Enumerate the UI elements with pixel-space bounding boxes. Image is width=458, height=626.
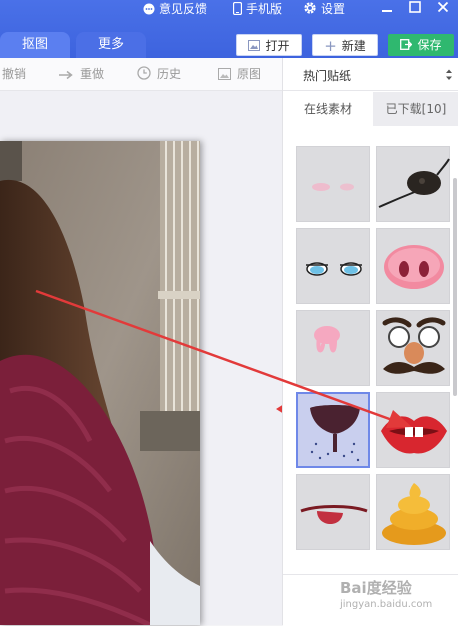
undo-label: 撤销 [2, 67, 27, 81]
sticker-tongue[interactable] [296, 474, 370, 550]
wine-glass-sticker-icon [310, 405, 360, 462]
sticker-teary-eyes[interactable] [296, 228, 370, 304]
history-button[interactable]: 历史 [137, 58, 181, 90]
minimize-button[interactable] [378, 1, 396, 17]
title-bar: 意见反馈 手机版 设置 抠图 更多 打开 + 新建 保存 [0, 0, 458, 58]
close-button[interactable] [434, 1, 452, 17]
minimize-icon [382, 10, 392, 12]
original-button[interactable]: 原图 [218, 58, 261, 90]
sticker-blush[interactable] [296, 146, 370, 222]
edit-toolbar: 撤销 重做 历史 原图 [0, 58, 282, 91]
new-label: 新建 [341, 39, 366, 53]
gear-icon [304, 2, 316, 14]
sticker-pig-nose[interactable] [376, 228, 450, 304]
blush-sticker-icon [312, 183, 354, 191]
open-button[interactable]: 打开 [236, 34, 302, 56]
maximize-icon [409, 1, 421, 13]
save-label: 保存 [417, 38, 442, 52]
pig-nose-sticker-icon [384, 245, 444, 289]
redo-label: 重做 [80, 67, 105, 81]
feedback-link[interactable]: 意见反馈 [143, 0, 207, 18]
phone-icon [232, 1, 243, 16]
pink-drool-sticker-icon [314, 326, 340, 353]
watermark-logo: Bai度经验 jingyan.baidu.com [340, 577, 455, 619]
history-label: 历史 [157, 67, 182, 81]
sticker-panel: 热门贴纸 在线素材 已下载[10] [282, 58, 458, 626]
watermark-title: Bai度经验 [340, 579, 412, 597]
editing-canvas[interactable] [0, 91, 284, 625]
settings-label: 设置 [321, 2, 346, 16]
feedback-label: 意见反馈 [159, 2, 208, 16]
tab-online-materials[interactable]: 在线素材 [283, 92, 373, 126]
redo-arrow-icon [59, 70, 73, 80]
open-label: 打开 [265, 39, 290, 53]
nose-glasses-mustache-sticker-icon [382, 317, 446, 374]
eyepatch-sticker-icon [378, 158, 450, 208]
redo-button[interactable]: 重做 [58, 58, 104, 90]
original-label: 原图 [237, 67, 262, 81]
teary-eyes-sticker-icon [306, 262, 362, 276]
red-lips-teeth-sticker-icon [381, 416, 447, 454]
undo-button[interactable]: 撤销 [2, 58, 26, 90]
new-button[interactable]: + 新建 [312, 34, 378, 56]
mobile-version-label: 手机版 [246, 2, 283, 16]
tab-downloaded[interactable]: 已下载[10] [373, 92, 458, 126]
save-button[interactable]: 保存 [388, 34, 454, 56]
tab-cutout[interactable]: 抠图 [0, 32, 70, 58]
sticker-poop[interactable] [376, 474, 450, 550]
picture-icon [218, 68, 231, 80]
sticker-nose-glasses-mustache[interactable] [376, 310, 450, 386]
export-icon [400, 39, 413, 50]
sticker-pink-drool[interactable] [296, 310, 370, 386]
clock-icon [137, 66, 151, 80]
watermark-url: jingyan.baidu.com [340, 599, 433, 610]
sticker-scrollbar[interactable] [453, 178, 457, 396]
poop-sticker-icon [382, 483, 446, 545]
tongue-sticker-icon [300, 505, 368, 525]
photo-preview[interactable] [0, 141, 200, 625]
chat-bubble-icon [143, 3, 155, 15]
close-icon [437, 1, 449, 13]
sticker-category-select[interactable]: 热门贴纸 [283, 58, 458, 91]
photo-image [0, 141, 200, 625]
sticker-wine-glass[interactable] [296, 392, 370, 468]
tab-more[interactable]: 更多 [76, 32, 146, 58]
sticker-category-label: 热门贴纸 [303, 69, 352, 83]
settings-link[interactable]: 设置 [303, 0, 345, 18]
maximize-button[interactable] [406, 1, 424, 17]
sort-arrows-icon [446, 69, 452, 80]
mobile-version-link[interactable]: 手机版 [232, 0, 283, 18]
sticker-eyepatch[interactable] [376, 146, 450, 222]
plus-icon: + [324, 37, 337, 55]
sticker-red-lips[interactable] [376, 392, 450, 468]
image-icon [248, 40, 261, 51]
